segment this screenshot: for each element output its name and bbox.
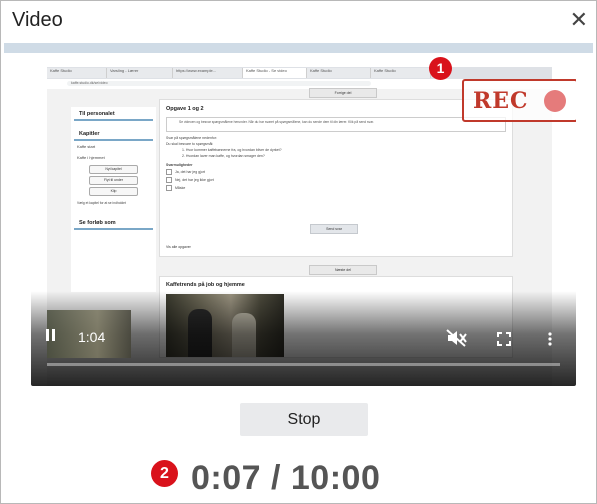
- checkbox-icon: [166, 185, 172, 191]
- preview-side-button: Klip: [89, 187, 138, 196]
- dialog-titlebar: Video ✕: [1, 1, 596, 41]
- preview-browser-tabs: Kaffe Studio Varsling - Lærer https://ww…: [47, 67, 552, 79]
- preview-tab: Varsling - Lærer: [107, 68, 173, 78]
- preview-side-button: Flyt til under: [89, 176, 138, 185]
- preview-tab: Kaffe Studio: [371, 68, 431, 78]
- stop-button[interactable]: Stop: [240, 403, 368, 436]
- progress-bar[interactable]: [47, 363, 560, 366]
- step-badge-1: 1: [429, 57, 452, 80]
- close-icon[interactable]: ✕: [570, 8, 588, 32]
- preview-tab: https://www.example...: [173, 68, 243, 78]
- pause-icon[interactable]: [46, 328, 58, 344]
- preview-side-button: Nyt kapitel: [89, 165, 138, 174]
- checkbox-icon: [166, 169, 172, 175]
- preview-send-button: Send svar: [310, 224, 358, 234]
- preview-url: kaffe.studio.dk/se/video: [67, 81, 371, 86]
- preview-check-row: Nej, det har jeg ikke gjort: [160, 176, 512, 184]
- fullscreen-icon[interactable]: [497, 332, 511, 346]
- preview-show-all: Vis alle opgaver: [166, 245, 191, 249]
- preview-sidebar: Til personalet Kapitler Kaffe start Kaff…: [71, 107, 156, 292]
- mute-icon[interactable]: [445, 328, 467, 348]
- preview-section-heading: Se forløb som: [74, 216, 153, 230]
- preview-tab-active: Kaffe Studio - Se video: [243, 68, 307, 78]
- preview-prev-bar: Forrige del: [309, 88, 377, 98]
- preview-check-label: Ja, det har jeg gjort: [175, 169, 205, 174]
- preview-task-card: Opgave 1 og 2 Se videoen og besvar spørg…: [159, 99, 513, 257]
- preview-sidebar-note: Vælg et kapitel for at se indholdet: [77, 201, 126, 205]
- preview-task-note: Se videoen og besvar spørgsmålene herund…: [166, 117, 506, 132]
- current-time: 1:04: [78, 329, 106, 345]
- preview-chapter-row: Kaffe i hjemmet: [77, 155, 105, 160]
- rec-label: REC: [473, 88, 529, 114]
- preview-check-row: Måske: [160, 184, 512, 192]
- video-player[interactable]: Kaffe Studio Varsling - Lærer https://ww…: [31, 59, 576, 386]
- preview-check-label: Nej, det har jeg ikke gjort: [175, 177, 214, 182]
- preview-question: 2. Hvordan laver man kaffe, og hvordan s…: [182, 154, 265, 158]
- checkbox-icon: [166, 177, 172, 183]
- preview-chapters-heading: Kapitler: [74, 127, 153, 141]
- video-dialog: Video ✕ Kaffe Studio Varsling - Lærer ht…: [0, 0, 597, 504]
- preview-tab: Kaffe Studio: [47, 68, 107, 78]
- preview-check-label: Måske: [175, 185, 186, 190]
- rec-indicator: REC: [462, 79, 576, 122]
- preview-next-bar: Næste del: [309, 265, 377, 275]
- recording-timer: 0:07 / 10:00: [191, 459, 381, 497]
- preview-sidebar-heading: Til personalet: [74, 107, 153, 121]
- record-dot-icon: [544, 90, 566, 112]
- player-controls: 1:04: [31, 291, 576, 386]
- more-icon[interactable]: [548, 332, 552, 346]
- step-badge-2: 2: [151, 460, 178, 487]
- preview-task-title: Opgave 1 og 2: [166, 106, 204, 112]
- dialog-title: Video: [12, 9, 63, 31]
- preview-chapter-row: Kaffe start: [77, 144, 96, 149]
- title-divider: [4, 43, 593, 53]
- preview-check-row: Ja, det har jeg gjort: [160, 168, 512, 176]
- preview-tab: Kaffe Studio: [307, 68, 371, 78]
